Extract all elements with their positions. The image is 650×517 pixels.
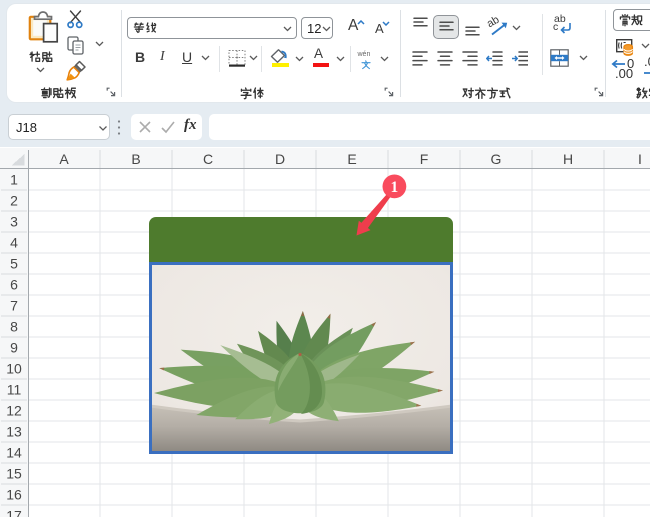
svg-text:I: I (638, 151, 642, 167)
svg-text:1: 1 (391, 179, 399, 196)
svg-text:13: 13 (6, 424, 22, 440)
svg-text:10: 10 (6, 361, 22, 377)
svg-text:14: 14 (6, 445, 22, 461)
svg-text:C: C (203, 151, 213, 167)
svg-text:7: 7 (10, 298, 18, 314)
svg-text:9: 9 (10, 340, 18, 356)
svg-text:15: 15 (6, 466, 22, 482)
svg-text:H: H (563, 151, 573, 167)
svg-text:F: F (420, 151, 429, 167)
svg-text:D: D (275, 151, 285, 167)
svg-text:G: G (491, 151, 502, 167)
svg-text:6: 6 (10, 277, 18, 293)
svg-text:2: 2 (10, 193, 18, 209)
svg-text:5: 5 (10, 256, 18, 272)
svg-text:8: 8 (10, 319, 18, 335)
svg-text:1: 1 (10, 172, 18, 188)
svg-text:16: 16 (6, 487, 22, 503)
svg-text:B: B (131, 151, 140, 167)
svg-text:A: A (59, 151, 69, 167)
svg-text:3: 3 (10, 214, 18, 230)
svg-text:11: 11 (7, 382, 22, 398)
svg-text:17: 17 (6, 508, 22, 517)
svg-text:12: 12 (6, 403, 22, 419)
svg-text:4: 4 (10, 235, 18, 251)
